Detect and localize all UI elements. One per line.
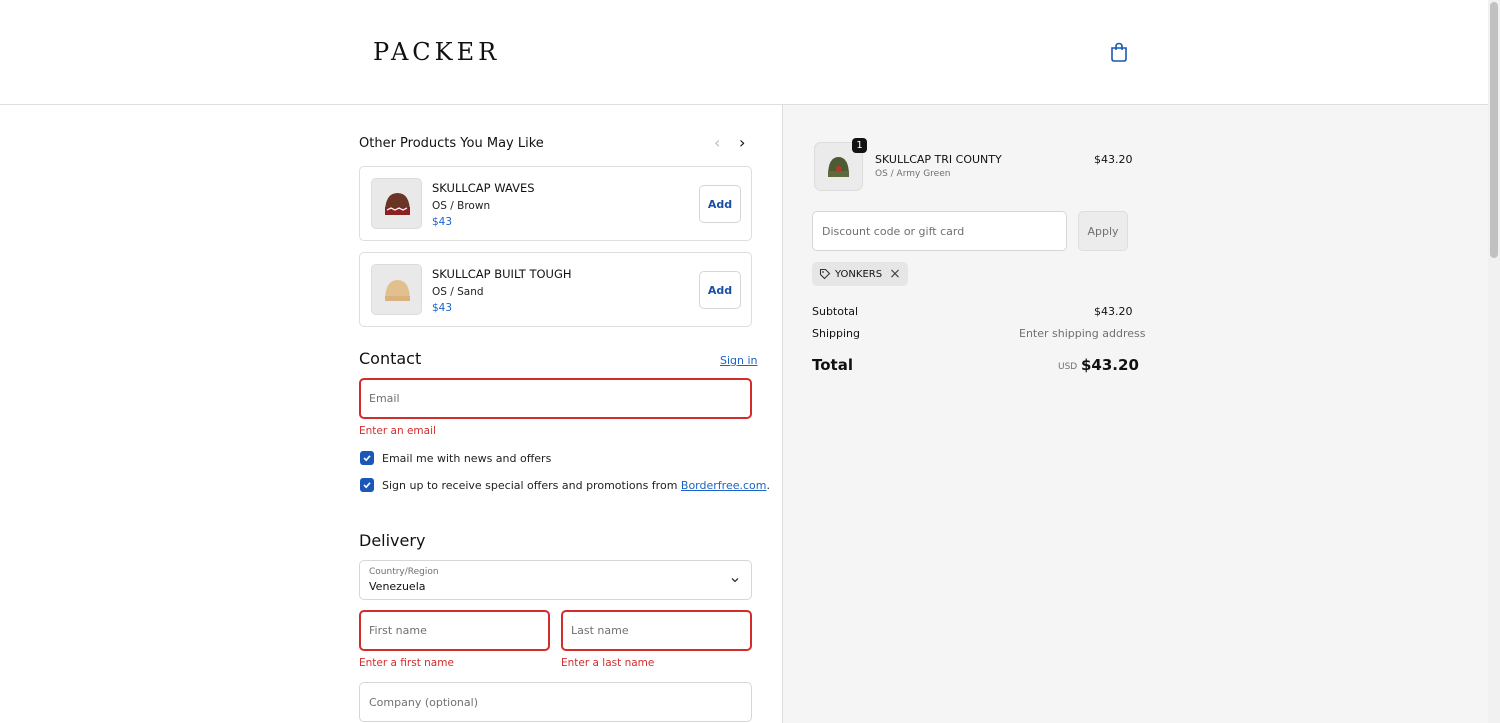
checkmark-icon — [363, 455, 371, 462]
upsell-product-card: SKULLCAP BUILT TOUGH OS / Sand $43 Add — [359, 252, 752, 327]
discount-input[interactable]: Discount code or gift card — [812, 211, 1067, 251]
add-product-button[interactable]: Add — [699, 271, 741, 309]
product-image — [371, 264, 422, 315]
scrollbar-thumb[interactable] — [1490, 2, 1498, 258]
subtotal-label: Subtotal — [812, 305, 859, 318]
first-name-placeholder: First name — [369, 624, 427, 637]
carousel-prev-icon[interactable]: ‹ — [714, 133, 720, 152]
last-name-placeholder: Last name — [571, 624, 629, 637]
borderfree-link[interactable]: Borderfree.com — [681, 479, 767, 492]
remove-discount-icon[interactable]: × — [889, 266, 901, 282]
company-placeholder: Company (optional) — [369, 695, 478, 709]
order-summary — [782, 105, 1488, 723]
product-variant: OS / Sand — [432, 286, 484, 298]
email-placeholder: Email — [369, 392, 400, 405]
discount-code: YONKERS — [835, 268, 883, 280]
contact-heading: Contact — [359, 349, 422, 368]
discount-tag: YONKERS × — [812, 262, 908, 286]
carousel-next-icon[interactable]: › — [739, 133, 745, 152]
shipping-value: Enter shipping address — [1019, 327, 1146, 340]
upsell-product-card: SKULLCAP WAVES OS / Brown $43 Add — [359, 166, 752, 241]
country-value: Venezuela — [369, 580, 426, 593]
upsell-title: Other Products You May Like — [359, 136, 544, 151]
apply-button[interactable]: Apply — [1078, 211, 1128, 251]
subtotal-value: $43.20 — [1094, 305, 1133, 318]
chevron-down-icon — [731, 578, 739, 583]
quantity-badge: 1 — [852, 138, 867, 153]
borderfree-checkbox[interactable] — [360, 478, 374, 492]
first-name-error: Enter a first name — [359, 657, 454, 669]
total-value: $43.20 — [1081, 356, 1139, 374]
sign-in-link[interactable]: Sign in — [720, 354, 758, 367]
product-image — [371, 178, 422, 229]
product-name: SKULLCAP WAVES — [432, 181, 535, 195]
product-price: $43 — [432, 302, 453, 314]
discount-placeholder: Discount code or gift card — [822, 224, 965, 238]
product-price: $43 — [432, 216, 453, 228]
newsletter-label: Email me with news and offers — [382, 452, 552, 465]
checkmark-icon — [363, 482, 371, 489]
add-product-button[interactable]: Add — [699, 185, 741, 223]
first-name-field[interactable]: First name — [359, 610, 550, 651]
last-name-field[interactable]: Last name — [561, 610, 752, 651]
company-field[interactable]: Company (optional) — [359, 682, 752, 722]
summary-product-name: SKULLCAP TRI COUNTY — [875, 153, 1002, 166]
newsletter-checkbox[interactable] — [360, 451, 374, 465]
store-logo[interactable]: PACKER — [373, 38, 500, 66]
shopping-bag-icon[interactable] — [1110, 42, 1128, 62]
last-name-error: Enter a last name — [561, 657, 655, 669]
product-name: SKULLCAP BUILT TOUGH — [432, 267, 572, 281]
delivery-heading: Delivery — [359, 531, 426, 550]
product-variant: OS / Brown — [432, 200, 491, 212]
summary-product-variant: OS / Army Green — [875, 169, 951, 179]
borderfree-prefix: Sign up to receive special offers and pr… — [382, 479, 681, 492]
email-field[interactable]: Email — [359, 378, 752, 419]
country-label: Country/Region — [369, 567, 439, 577]
shipping-label: Shipping — [812, 327, 860, 340]
email-error: Enter an email — [359, 425, 436, 437]
header: PACKER — [0, 0, 1488, 105]
borderfree-suffix: . — [766, 479, 770, 492]
tag-icon — [819, 268, 831, 280]
currency-code: USD — [1058, 362, 1078, 372]
summary-product-price: $43.20 — [1094, 153, 1133, 166]
borderfree-label: Sign up to receive special offers and pr… — [382, 479, 770, 492]
total-label: Total — [812, 356, 853, 374]
